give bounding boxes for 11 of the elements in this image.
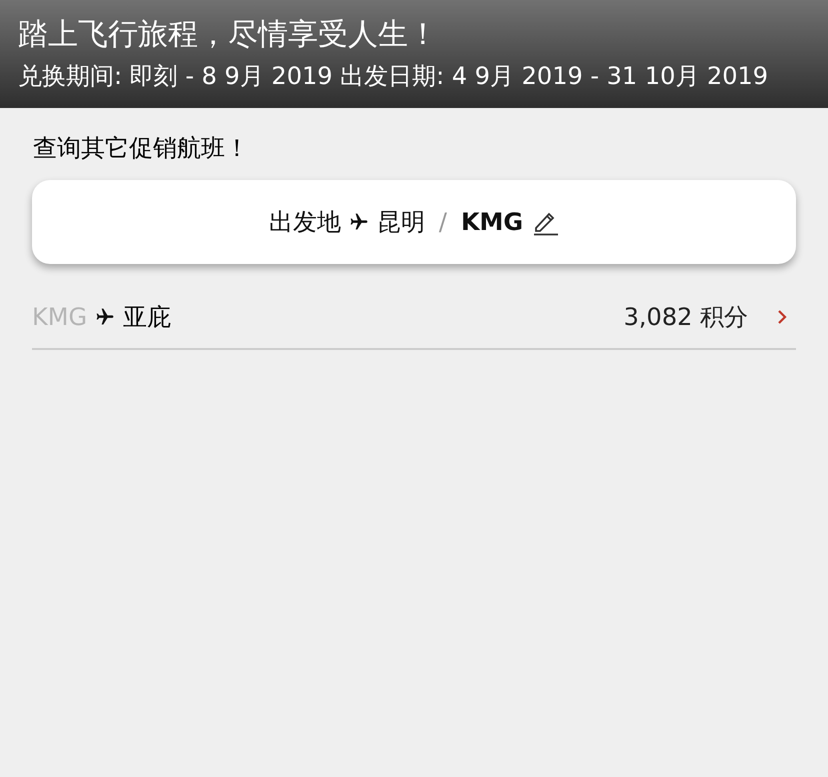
origin-selector[interactable]: 出发地 昆明 / KMG bbox=[32, 180, 796, 264]
prompt-text: 查询其它促销航班！ bbox=[32, 133, 250, 164]
origin-code: KMG bbox=[32, 303, 88, 331]
destination-city: 亚庇 bbox=[123, 302, 172, 333]
promo-title: 踏上飞行旅程，尽情享受人生！ bbox=[18, 16, 439, 54]
chevron-right-icon bbox=[776, 309, 788, 325]
plane-icon bbox=[95, 307, 116, 327]
route-row[interactable]: KMG 亚庇 3,082 积分 bbox=[32, 286, 796, 350]
points-price: 3,082 积分 bbox=[624, 302, 748, 333]
promo-dates: 兑换期间: 即刻 - 8 9月 2019 出发日期: 4 9月 2019 - 31 10月 2019 bbox=[18, 61, 770, 92]
plane-icon bbox=[348, 212, 369, 232]
